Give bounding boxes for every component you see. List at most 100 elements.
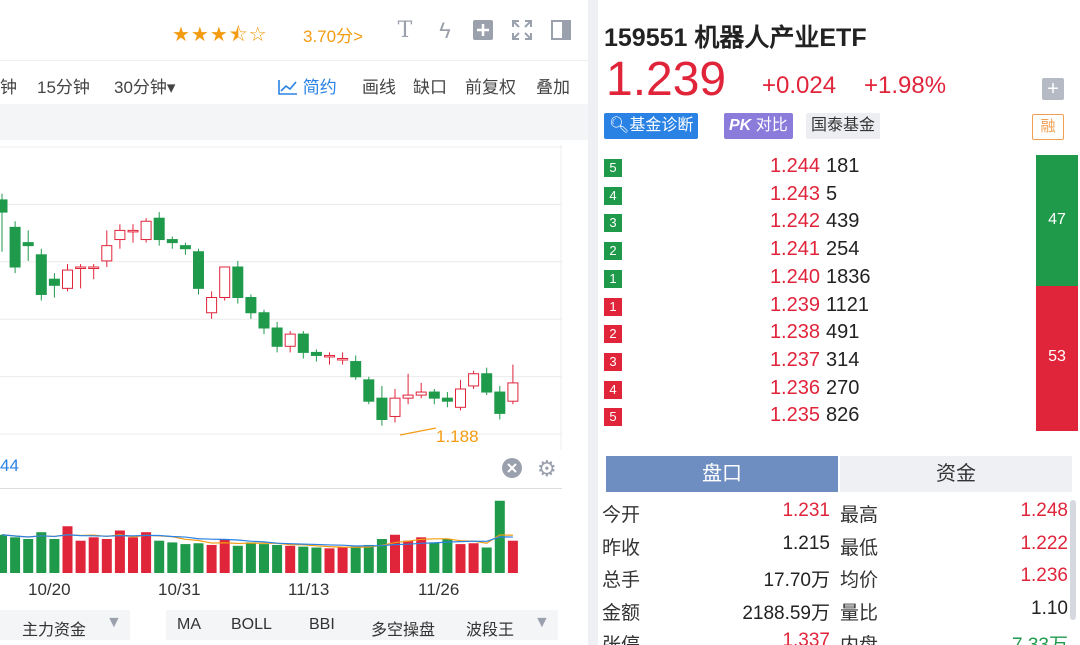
ask-row[interactable]: 2 1.241 254 [604,238,1024,264]
add-watchlist-button[interactable]: + [1042,78,1064,100]
volume-bar [324,548,335,573]
tab-zijin[interactable]: 资金 [840,456,1072,492]
candle-body [507,382,519,402]
period-tab-15min[interactable]: 15分钟 [37,73,90,98]
level-badge: 5 [604,408,622,427]
chart-info-strip [0,104,588,140]
volume-bar [0,534,7,573]
volume-bar [403,540,414,573]
date-tick: 11/26 [418,580,460,599]
fund-company-tag[interactable]: 国泰基金 [806,113,881,139]
date-tick: 10/31 [158,580,201,599]
candle-body [127,229,139,233]
bid-row[interactable]: 4 1.236 270 [604,377,1024,403]
stat-value: 1.236 [1020,565,1068,586]
scrollbar[interactable] [1070,500,1076,620]
compare-label: 对比 [755,117,788,134]
indicator-tab-boduan[interactable]: 波段王 [466,616,514,640]
volume-chart[interactable] [0,488,562,573]
volume-bar [337,547,348,573]
candle-body [22,242,34,247]
draw-line-button[interactable]: 画线 [362,73,396,98]
quote-panel: 159551 机器人产业ETF 1.239 +0.024 +1.98% + 🔍︎… [598,0,1080,645]
indicator-tab-ma[interactable]: MA [177,616,201,634]
candle-body [219,266,231,298]
ask-row[interactable]: 1 1.240 1836 [604,266,1024,292]
level-price: 1.240 [769,265,820,288]
gear-icon[interactable]: ⚙ [537,456,557,482]
stat-value: 7.33万 [958,630,1068,645]
sell-ratio-bar: 47 [1036,155,1078,286]
indicator-tabs: MA BOLL BBI 多空操盘 波段王 ▼ [166,610,558,640]
level-volume: 439 [826,210,860,233]
simple-label: 简约 [302,78,337,97]
volume-bar [232,545,243,573]
stat-label: 均价 [840,570,879,591]
pk-label: PK [729,117,752,134]
tab-pankou[interactable]: 盘口 [606,456,838,492]
candle-body [402,394,414,399]
fund-diagnosis-button[interactable]: 🔍︎基金诊断 [604,113,699,139]
candle-body [337,358,349,361]
bid-row[interactable]: 2 1.238 491 [604,321,1024,347]
rating-score-link[interactable]: 3.70分> [303,22,363,47]
indicator-tab-duokong[interactable]: 多空操盘 [371,616,435,640]
volume-bar [128,537,138,573]
period-tab[interactable]: 钟 [0,73,17,98]
candle-body [153,217,165,241]
volume-bar [10,537,21,573]
overlay-button[interactable]: 叠加 [536,73,570,98]
volume-bar [363,544,374,573]
level-price: 1.236 [769,376,820,399]
pk-compare-button[interactable]: PK 对比 [724,113,793,139]
gap-button[interactable]: 缺口 [413,73,447,98]
stat-label: 张停 [602,630,640,645]
lightning-icon[interactable]: ϟ [432,18,458,44]
volume-bar [455,544,466,573]
candle-body [468,373,480,387]
volume-bar [23,539,34,573]
triangle-down-icon[interactable]: ▼ [534,614,550,632]
ask-row[interactable]: 5 1.244 181 [604,155,1024,181]
layout-icon[interactable] [548,18,574,44]
stat-label: 金额 [602,602,641,624]
candlestick-chart[interactable]: 1.188 [0,145,562,450]
indicator-select-main[interactable]: 主力资金 ▼ [0,610,130,640]
indicator-tab-bbi[interactable]: BBI [309,616,335,634]
level-volume: 270 [826,376,860,399]
stat-label: 量比 [840,602,879,624]
stat-value: 2188.59万 [742,602,830,624]
stat-label: 内盘 [840,630,878,645]
volume-bar [62,526,73,573]
line-chart-icon [278,80,297,95]
adjust-button[interactable]: 前复权 [465,73,516,98]
panel-divider [588,0,598,645]
level-price: 1.237 [769,348,820,371]
volume-bar [285,545,296,573]
close-icon[interactable] [501,457,523,484]
level-volume: 181 [826,155,860,177]
volume-bar [298,546,309,573]
fullscreen-icon[interactable] [509,18,535,44]
text-icon[interactable]: T [392,18,418,44]
candle-body [363,379,375,402]
candle-body [350,361,362,378]
candle-body [179,245,191,250]
stat-label: 今开 [602,505,641,526]
period-tab-30min[interactable]: 30分钟▾ [114,73,175,98]
simple-mode-toggle[interactable]: 简约 [278,73,337,98]
bid-row[interactable]: 1 1.239 1121 [604,294,1024,320]
volume-bar [114,530,125,573]
bid-row[interactable]: 5 1.235 826 [604,404,1024,430]
plus-box-icon[interactable] [470,18,496,44]
bid-row[interactable]: 3 1.237 314 [604,349,1024,375]
level-badge: 2 [604,325,622,344]
ask-row[interactable]: 3 1.242 439 [604,210,1024,236]
candle-body [0,199,8,213]
indicator-tab-boll[interactable]: BOLL [231,616,272,634]
volume-bar [507,540,518,573]
stat-value: 17.70万 [763,570,830,591]
ask-row[interactable]: 4 1.243 5 [604,183,1024,209]
level-price: 1.243 [769,182,820,205]
candle-body [441,397,453,402]
